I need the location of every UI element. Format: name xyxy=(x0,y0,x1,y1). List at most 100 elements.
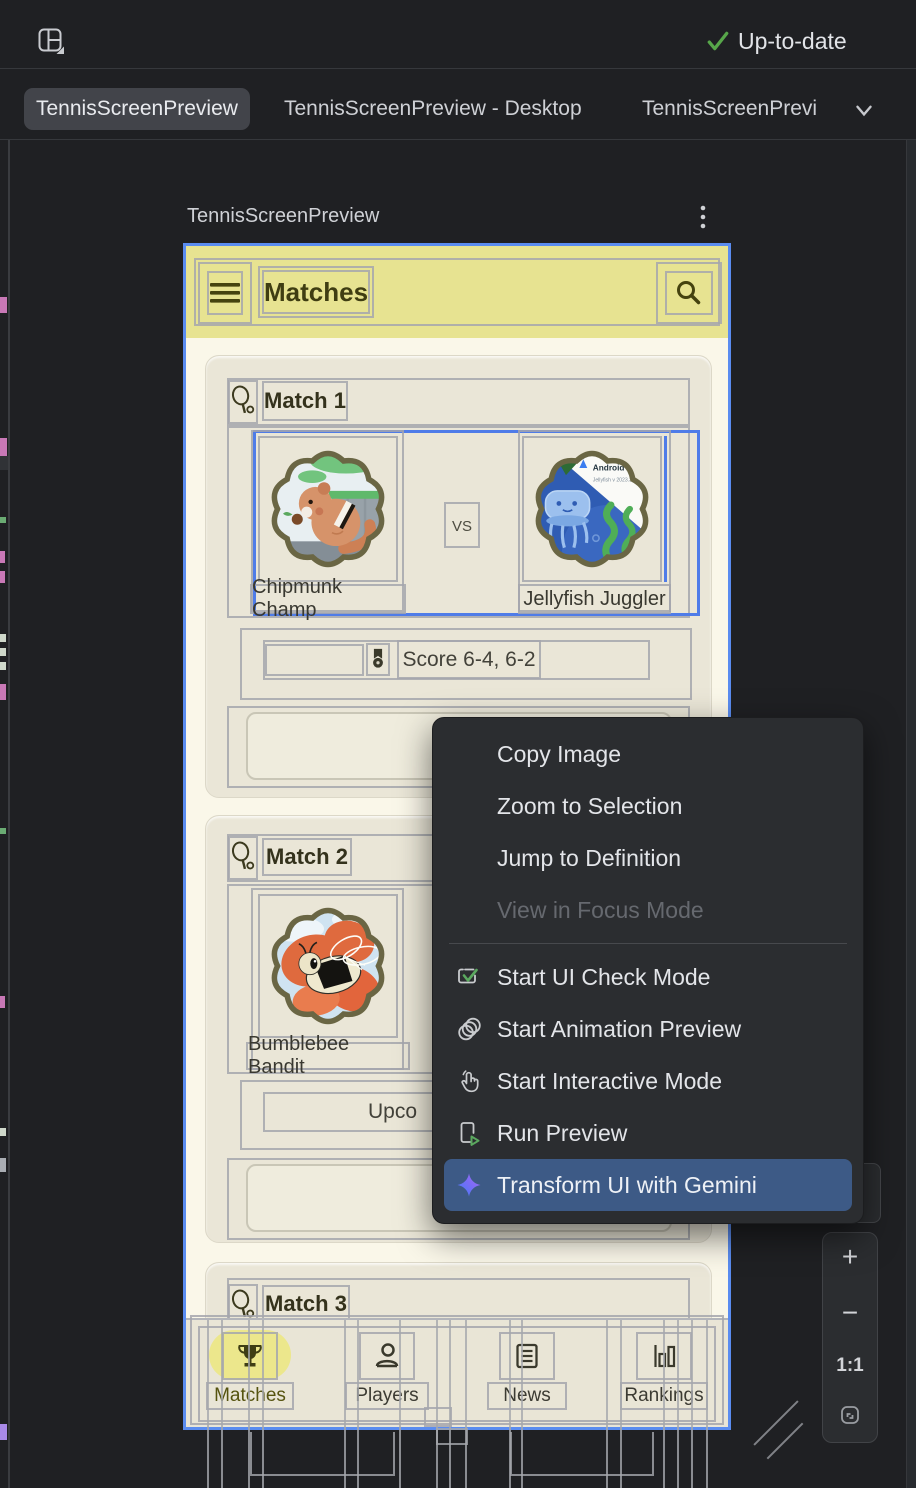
ui-check-icon xyxy=(455,963,483,991)
bumblebee-avatar-image xyxy=(261,899,395,1033)
chevron-down-icon xyxy=(852,98,876,122)
player1-name: Chipmunk Champ xyxy=(250,584,406,614)
player1-name: Bumblebee Bandit xyxy=(246,1042,410,1070)
code-editor-fragment xyxy=(0,297,7,313)
menu-item-start-interactive-mode[interactable]: Start Interactive Mode xyxy=(433,1055,863,1107)
nav-item-players[interactable] xyxy=(359,1332,415,1380)
preview-options-button[interactable] xyxy=(698,204,708,235)
selection-bounds-overlay xyxy=(664,436,667,582)
kebab-menu-icon xyxy=(698,204,708,230)
layout-bounds-overlay xyxy=(449,1320,451,1488)
match-label: Match 2 xyxy=(262,838,352,876)
editor-splitter[interactable] xyxy=(8,140,10,1488)
menu-item-view-in-focus-mode: View in Focus Mode xyxy=(433,884,863,936)
layout-bounds-overlay xyxy=(510,1432,654,1476)
code-editor-fragment xyxy=(0,996,5,1008)
hamburger-icon xyxy=(210,281,240,305)
menu-item-run-preview[interactable]: Run Preview xyxy=(433,1107,863,1159)
divider xyxy=(0,68,916,69)
fit-to-screen-icon xyxy=(838,1403,862,1427)
code-editor-fragment xyxy=(0,571,5,583)
nav-item-news[interactable] xyxy=(499,1332,555,1380)
layout-bounds-overlay xyxy=(424,1407,452,1427)
player2-name: Jellyfish Juggler xyxy=(518,584,671,614)
match-status: Upco xyxy=(368,1092,417,1132)
vs-label: vs xyxy=(444,502,480,548)
medal-icon xyxy=(369,646,387,673)
code-editor-fragment xyxy=(0,517,6,523)
tab-tennisscreenpreview-desktop[interactable]: TennisScreenPreview - Desktop xyxy=(272,88,594,130)
tennis-racket-icon xyxy=(231,841,255,875)
code-editor-fragment xyxy=(0,828,6,834)
layout-bounds-overlay xyxy=(265,644,364,676)
match-label: Match 1 xyxy=(262,381,348,421)
nav-item-matches[interactable] xyxy=(222,1332,278,1380)
layout-split-icon xyxy=(36,26,66,56)
code-editor-fragment xyxy=(0,684,6,700)
zoom-out-button[interactable]: − xyxy=(842,1299,858,1327)
trophy-icon xyxy=(235,1341,265,1371)
preview-title: TennisScreenPreview xyxy=(187,205,379,228)
layout-bounds-overlay xyxy=(436,1320,438,1488)
menu-item-copy-image[interactable]: Copy Image xyxy=(433,728,863,780)
code-editor-fragment xyxy=(0,438,7,456)
layout-bounds-overlay xyxy=(706,1320,708,1488)
preview-context-menu: Copy Image Zoom to Selection Jump to Def… xyxy=(432,717,864,1224)
person-icon xyxy=(372,1341,402,1371)
player1-avatar[interactable] xyxy=(258,436,398,582)
zoom-actual-size-button[interactable]: 1:1 xyxy=(836,1356,863,1375)
tab-overflow-chevron[interactable] xyxy=(852,98,876,127)
layout-bounds-overlay xyxy=(677,1320,679,1488)
player2-avatar[interactable]: Android St Jellyfish v 2023.3 xyxy=(522,436,662,582)
code-editor-fragment xyxy=(0,648,6,656)
layout-bounds-overlay xyxy=(465,1320,467,1488)
zoom-in-button[interactable]: + xyxy=(842,1243,858,1271)
menu-item-start-ui-check-mode[interactable]: Start UI Check Mode xyxy=(433,951,863,1003)
tennis-racket-icon-box xyxy=(228,836,258,880)
nav-label-matches: Matches xyxy=(206,1382,294,1410)
tab-tennisscreenpreview-3[interactable]: TennisScreenPrevi xyxy=(630,88,854,130)
zoom-fit-button[interactable] xyxy=(838,1403,862,1432)
code-editor-fragment xyxy=(0,1158,6,1172)
divider xyxy=(0,139,916,140)
match-score: Score 6-4, 6-2 xyxy=(397,640,541,679)
check-icon xyxy=(706,29,730,53)
layout-bounds-overlay xyxy=(250,1432,395,1476)
player1-avatar[interactable] xyxy=(258,894,398,1038)
nav-label-news: News xyxy=(487,1382,567,1410)
code-editor-fragment xyxy=(0,1424,7,1440)
layout-bounds-overlay xyxy=(399,1320,401,1488)
tab-tennisscreenpreview[interactable]: TennisScreenPreview xyxy=(24,88,250,130)
android-studio-preview-panel: Up-to-date TennisScreenPreview TennisScr… xyxy=(0,0,916,1488)
menu-item-zoom-to-selection[interactable]: Zoom to Selection xyxy=(433,780,863,832)
search-icon xyxy=(675,279,703,307)
zoom-controls: + − 1:1 xyxy=(822,1232,878,1443)
search-button[interactable] xyxy=(665,271,713,315)
jellyfish-avatar-image: Android St Jellyfish v 2023.3 xyxy=(525,442,659,576)
layout-bounds-overlay xyxy=(663,1320,665,1488)
resize-handle[interactable] xyxy=(753,1400,798,1445)
chipmunk-avatar-image xyxy=(261,442,395,576)
news-icon xyxy=(512,1341,542,1371)
layout-bounds-overlay xyxy=(691,1320,693,1488)
layout-bounds-overlay xyxy=(207,1320,209,1488)
interactive-tap-icon xyxy=(455,1067,483,1095)
gemini-sparkle-icon xyxy=(455,1171,483,1199)
menu-separator xyxy=(449,943,847,944)
menu-item-jump-to-definition[interactable]: Jump to Definition xyxy=(433,832,863,884)
layout-bounds-overlay xyxy=(221,1320,223,1488)
medal-icon-box xyxy=(366,643,390,676)
appbar-title: Matches xyxy=(262,270,370,314)
run-preview-icon xyxy=(455,1119,483,1147)
status-label: Up-to-date xyxy=(738,28,847,55)
menu-item-start-animation-preview[interactable]: Start Animation Preview xyxy=(433,1003,863,1055)
code-editor-fragment xyxy=(0,634,6,642)
menu-button[interactable] xyxy=(207,271,243,315)
layout-bounds-overlay xyxy=(436,1428,468,1445)
layout-split-button[interactable] xyxy=(36,26,66,56)
menu-item-transform-ui-with-gemini[interactable]: Transform UI with Gemini xyxy=(444,1159,852,1211)
right-gutter xyxy=(906,140,916,1488)
badge-subtitle-text: Jellyfish v 2023.3 xyxy=(593,477,632,483)
code-editor-fragment xyxy=(0,1128,6,1136)
tennis-racket-icon-box xyxy=(228,380,258,424)
